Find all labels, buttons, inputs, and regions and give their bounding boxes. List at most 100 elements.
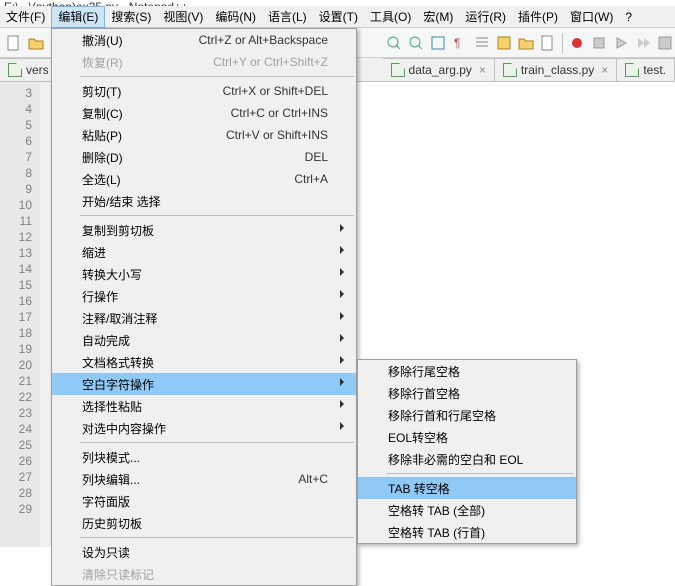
menu-edit[interactable]: 编辑(E)	[51, 6, 105, 28]
whitespace-menu-item[interactable]: 移除行首空格	[358, 382, 576, 404]
menu-view[interactable]: 视图(V)	[157, 6, 209, 28]
close-tab-icon[interactable]: ×	[601, 63, 608, 77]
edit-menu-item[interactable]: 对选中内容操作	[52, 417, 356, 439]
menu-item-label: 文档格式转换	[82, 354, 328, 371]
open-icon[interactable]	[26, 33, 46, 53]
edit-menu-item[interactable]: 删除(D)DEL	[52, 146, 356, 168]
edit-menu-item[interactable]: 缩进	[52, 241, 356, 263]
menu-shortcut: Alt+C	[298, 472, 328, 486]
close-tab-icon[interactable]: ×	[479, 63, 486, 77]
menu-item-label: 移除行尾空格	[388, 363, 548, 380]
whitespace-menu-item[interactable]: EOL转空格	[358, 426, 576, 448]
menu-item-label: 空格转 TAB (行首)	[388, 524, 548, 541]
edit-menu-item[interactable]: 设为只读	[52, 541, 356, 563]
svg-text:¶: ¶	[454, 36, 460, 50]
edit-menu-item[interactable]: 开始/结束 选择	[52, 190, 356, 212]
edit-menu-item[interactable]: 复制(C)Ctrl+C or Ctrl+INS	[52, 102, 356, 124]
line-number: 12	[0, 229, 40, 245]
edit-menu-item[interactable]: 复制到剪切板	[52, 219, 356, 241]
edit-menu-item[interactable]: 自动完成	[52, 329, 356, 351]
menu-separator	[80, 76, 354, 77]
edit-menu-item[interactable]: 选择性粘贴	[52, 395, 356, 417]
edit-menu-item[interactable]: 字符面版	[52, 490, 356, 512]
edit-menu-item[interactable]: 列块模式...	[52, 446, 356, 468]
menu-language[interactable]: 语言(L)	[262, 6, 313, 28]
menu-run[interactable]: 运行(R)	[459, 6, 512, 28]
whitespace-menu-item[interactable]: 移除行首和行尾空格	[358, 404, 576, 426]
line-number: 7	[0, 149, 40, 165]
edit-menu-item[interactable]: 文档格式转换	[52, 351, 356, 373]
edit-menu-item[interactable]: 转换大小写	[52, 263, 356, 285]
menu-item-label: 移除行首和行尾空格	[388, 407, 548, 424]
menu-encoding[interactable]: 编码(N)	[209, 6, 262, 28]
lang-icon[interactable]	[494, 33, 514, 53]
menu-item-label: 清除只读标记	[82, 566, 328, 583]
line-number: 9	[0, 181, 40, 197]
submenu-arrow-icon	[340, 246, 348, 254]
submenu-arrow-icon	[340, 378, 348, 386]
record-icon[interactable]	[567, 33, 587, 53]
line-number: 24	[0, 421, 40, 437]
menu-shortcut: Ctrl+X or Shift+DEL	[223, 84, 328, 98]
menu-macro[interactable]: 宏(M)	[417, 6, 459, 28]
menu-search[interactable]: 搜索(S)	[105, 6, 157, 28]
play-icon[interactable]	[611, 33, 631, 53]
wrap-icon[interactable]	[428, 33, 448, 53]
tab-label: train_class.py	[521, 63, 594, 77]
whitespace-submenu: 移除行尾空格移除行首空格移除行首和行尾空格 EOL转空格移除非必需的空白和 EOL…	[357, 359, 577, 544]
menu-plugins[interactable]: 插件(P)	[512, 6, 564, 28]
line-number: 17	[0, 309, 40, 325]
menu-file[interactable]: 文件(F)	[0, 6, 51, 28]
edit-menu-item[interactable]: 空白字符操作	[52, 373, 356, 395]
menu-shortcut: Ctrl+C or Ctrl+INS	[231, 106, 328, 120]
indent-icon[interactable]	[472, 33, 492, 53]
whitespace-menu-item[interactable]: 移除行尾空格	[358, 360, 576, 382]
menu-item-label: 粘贴(P)	[82, 127, 226, 144]
menu-help[interactable]: ?	[619, 6, 638, 28]
edit-menu-item[interactable]: 列块编辑...Alt+C	[52, 468, 356, 490]
line-number: 4	[0, 101, 40, 117]
line-number: 3	[0, 85, 40, 101]
menu-item-label: 全选(L)	[82, 171, 294, 188]
edit-menu-item[interactable]: 注释/取消注释	[52, 307, 356, 329]
menu-tools[interactable]: 工具(O)	[364, 6, 417, 28]
menu-item-label: 删除(D)	[82, 149, 305, 166]
edit-menu-item[interactable]: 撤消(U)Ctrl+Z or Alt+Backspace	[52, 29, 356, 51]
whitespace-menu-item[interactable]: 空格转 TAB (全部)	[358, 499, 576, 521]
whitespace-menu-item[interactable]: TAB 转空格	[358, 477, 576, 499]
menu-settings[interactable]: 设置(T)	[313, 6, 364, 28]
doc-icon[interactable]	[538, 33, 558, 53]
menu-window[interactable]: 窗口(W)	[564, 6, 619, 28]
file-icon	[8, 63, 22, 77]
new-icon[interactable]	[4, 33, 24, 53]
whitespace-menu-item[interactable]: 空格转 TAB (行首)	[358, 521, 576, 543]
line-number: 5	[0, 117, 40, 133]
submenu-arrow-icon	[340, 312, 348, 320]
menu-separator	[80, 537, 354, 538]
folder-icon[interactable]	[516, 33, 536, 53]
save-macro-icon[interactable]	[655, 33, 675, 53]
file-icon	[625, 63, 639, 77]
line-number: 14	[0, 261, 40, 277]
edit-menu-item[interactable]: 行操作	[52, 285, 356, 307]
tab-data-arg[interactable]: data_arg.py×	[383, 58, 495, 81]
submenu-arrow-icon	[340, 224, 348, 232]
zoomin-icon[interactable]	[384, 33, 404, 53]
stop-icon[interactable]	[589, 33, 609, 53]
playn-icon[interactable]	[633, 33, 653, 53]
menu-item-label: 列块模式...	[82, 449, 328, 466]
tab-vers[interactable]: vers	[0, 58, 58, 81]
chars-icon[interactable]: ¶	[450, 33, 470, 53]
menu-item-label: 撤消(U)	[82, 32, 199, 49]
zoomout-icon[interactable]	[406, 33, 426, 53]
tab-train-class[interactable]: train_class.py ×	[495, 58, 617, 81]
edit-menu-item[interactable]: 粘贴(P)Ctrl+V or Shift+INS	[52, 124, 356, 146]
edit-menu-item[interactable]: 剪切(T)Ctrl+X or Shift+DEL	[52, 80, 356, 102]
edit-menu-item[interactable]: 全选(L)Ctrl+A	[52, 168, 356, 190]
menu-item-label: 行操作	[82, 288, 328, 305]
edit-menu-item[interactable]: 历史剪切板	[52, 512, 356, 534]
line-number: 15	[0, 277, 40, 293]
tab-test[interactable]: test.	[617, 58, 675, 81]
menu-item-label: 字符面版	[82, 493, 328, 510]
whitespace-menu-item[interactable]: 移除非必需的空白和 EOL	[358, 448, 576, 470]
